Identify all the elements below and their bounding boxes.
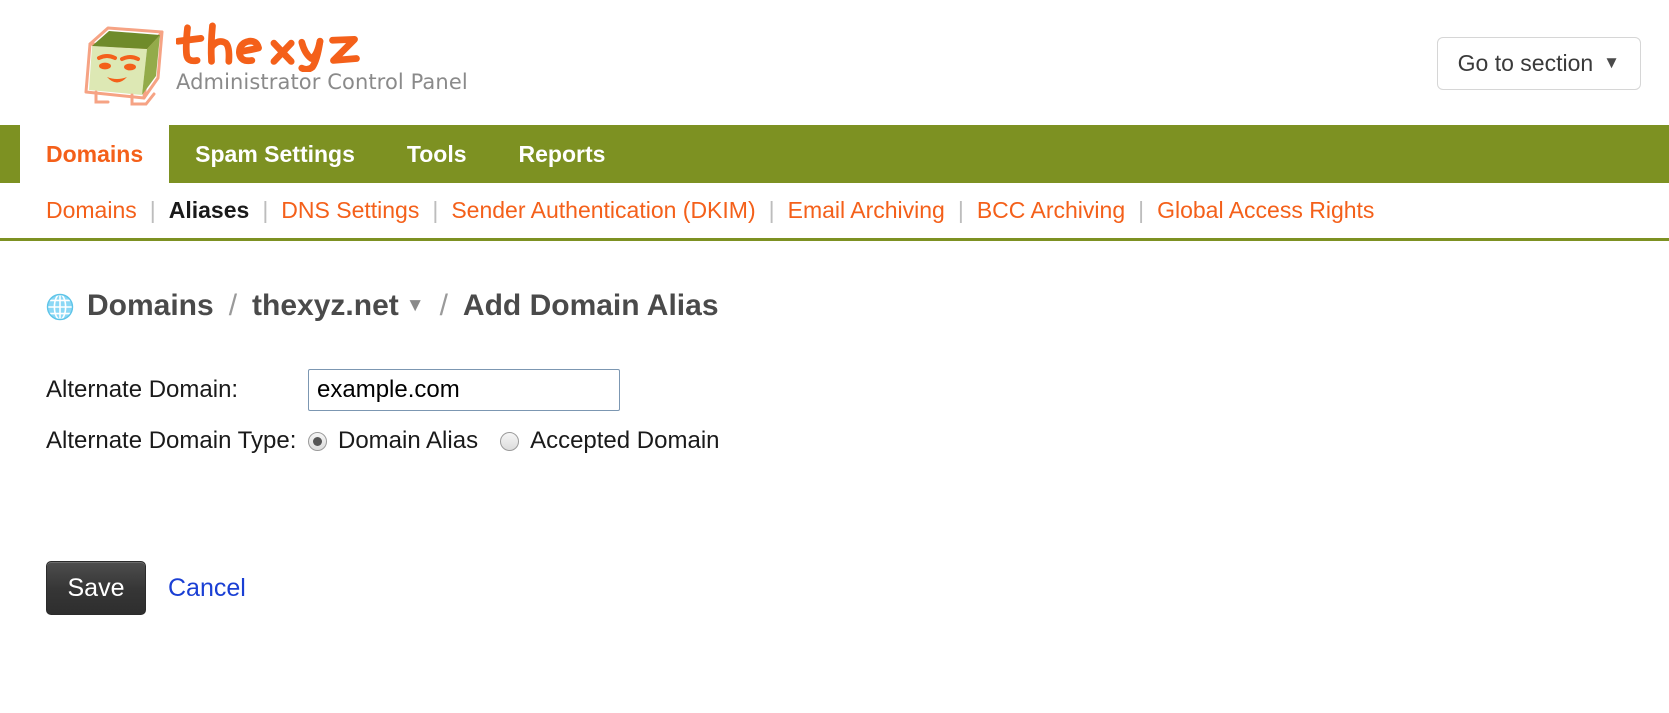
nav-tab-label: Spam Settings (195, 140, 355, 167)
goto-section-label: Go to section (1457, 50, 1594, 76)
nav-tab-label: Domains (46, 140, 144, 167)
alternate-domain-type-label: Alternate Domain Type: (46, 427, 297, 454)
subnav-separator: | (149, 197, 156, 223)
breadcrumb-domains[interactable]: Domains (87, 289, 214, 323)
radio-domain-alias[interactable]: Domain Alias (308, 427, 478, 455)
subnav-item-email-archiving[interactable]: Email Archiving (788, 197, 945, 224)
radio-accepted-domain-label: Accepted Domain (530, 427, 720, 454)
brand-tagline: Administrator Control Panel (176, 70, 468, 94)
page-header: Administrator Control Panel Go to sectio… (0, 0, 1669, 125)
brand-logo[interactable]: Administrator Control Panel (74, 14, 468, 106)
alternate-domain-label: Alternate Domain: (46, 376, 239, 403)
alternate-domain-type-radio-group: Domain Alias Accepted Domain (308, 427, 720, 455)
thexyz-wordmark (176, 22, 360, 72)
radio-accepted-domain[interactable]: Accepted Domain (500, 427, 720, 455)
nav-tab-reports[interactable]: Reports (493, 125, 632, 183)
brand-text: Administrator Control Panel (176, 14, 468, 94)
breadcrumb-separator: / (228, 289, 238, 322)
add-domain-alias-form: Alternate Domain: Alternate Domain Type:… (46, 369, 1669, 461)
subnav-item-sender-authentication[interactable]: Sender Authentication (DKIM) (451, 197, 755, 224)
subnav-separator: | (957, 197, 964, 223)
nav-tab-tools[interactable]: Tools (381, 125, 493, 183)
chevron-down-icon[interactable]: ▼ (406, 295, 425, 317)
nav-tab-label: Tools (406, 140, 467, 167)
save-button[interactable]: Save (46, 561, 146, 615)
page-title: Add Domain Alias (462, 289, 719, 322)
radio-unselected-icon[interactable] (500, 431, 520, 451)
subnav-item-bcc-archiving[interactable]: BCC Archiving (977, 197, 1125, 224)
nav-tab-spam-settings[interactable]: Spam Settings (169, 125, 381, 183)
form-actions: Save Cancel (46, 561, 1669, 615)
breadcrumb-separator: / (439, 289, 448, 322)
nav-tab-label: Reports (518, 140, 606, 167)
radio-selected-icon[interactable] (308, 431, 327, 451)
chevron-down-icon: ▼ (1603, 53, 1620, 72)
subnav-item-global-access-rights[interactable]: Global Access Rights (1157, 197, 1374, 224)
box-face-logo-icon (74, 14, 166, 106)
subnav-separator: | (1138, 197, 1145, 223)
primary-nav: Domains Spam Settings Tools Reports (0, 125, 1669, 183)
secondary-nav: Domains | Aliases | DNS Settings | Sende… (0, 183, 1669, 241)
alternate-domain-row: Alternate Domain: (46, 369, 1669, 411)
subnav-item-domains[interactable]: Domains (46, 197, 137, 224)
globe-icon (46, 293, 74, 321)
subnav-separator: | (262, 197, 269, 223)
nav-tab-domains[interactable]: Domains (20, 125, 170, 183)
breadcrumb-domain[interactable]: thexyz.net (252, 289, 399, 323)
subnav-item-aliases[interactable]: Aliases (169, 197, 250, 224)
subnav-separator: | (768, 197, 775, 223)
goto-section-button[interactable]: Go to section ▼ (1436, 37, 1641, 90)
alternate-domain-input[interactable] (308, 369, 620, 411)
cancel-link[interactable]: Cancel (168, 574, 246, 603)
subnav-item-dns-settings[interactable]: DNS Settings (281, 197, 419, 224)
alternate-domain-type-row: Alternate Domain Type: Domain Alias Acce… (46, 421, 1669, 461)
subnav-separator: | (432, 197, 439, 223)
breadcrumb: Domains / thexyz.net ▼ / Add Domain Alia… (46, 289, 1669, 323)
radio-domain-alias-label: Domain Alias (338, 427, 479, 454)
main-content: Domains / thexyz.net ▼ / Add Domain Alia… (0, 241, 1669, 615)
